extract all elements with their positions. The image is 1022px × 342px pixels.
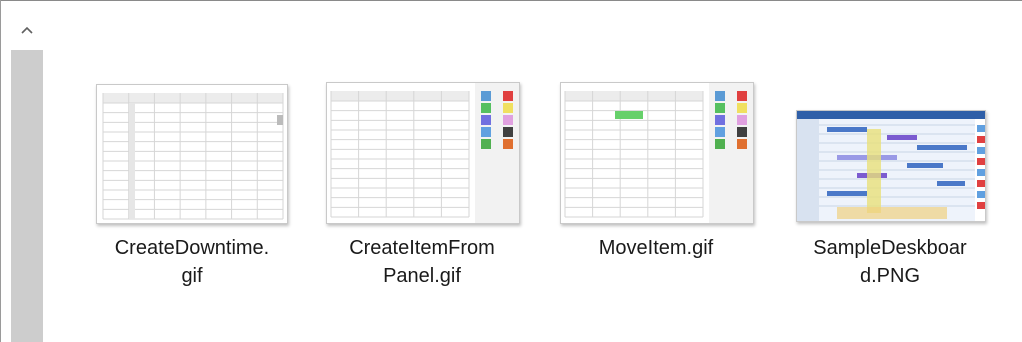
file-name-line1: CreateItemFrom bbox=[349, 237, 495, 259]
file-name: CreateDowntime. gif bbox=[92, 234, 292, 290]
dashboard-screenshot-thumbnail bbox=[796, 110, 986, 222]
window-left-edge bbox=[0, 0, 1, 342]
vertical-scrollbar[interactable] bbox=[10, 14, 44, 342]
scroll-thumb[interactable] bbox=[11, 50, 43, 342]
chevron-up-icon bbox=[21, 26, 33, 34]
window-top-border bbox=[0, 0, 1022, 1]
file-name: CreateItemFrom Panel.gif bbox=[322, 234, 522, 290]
grid-palette-thumbnail bbox=[326, 82, 520, 224]
grid-thumbnail bbox=[96, 84, 288, 224]
file-name-line2: d.PNG bbox=[859, 265, 921, 287]
file-name-line1: CreateDowntime. bbox=[114, 237, 270, 259]
file-name-line2: gif bbox=[181, 265, 203, 287]
grid-palette-move-thumbnail bbox=[560, 82, 754, 224]
file-name-line1: SampleDeskboar bbox=[813, 237, 967, 259]
file-name-line2: Panel.gif bbox=[383, 265, 461, 287]
file-name: MoveItem.gif bbox=[556, 234, 756, 262]
file-name: SampleDeskboar d.PNG bbox=[790, 234, 990, 290]
scroll-up-button[interactable] bbox=[10, 14, 44, 46]
file-name-line1: MoveItem.gif bbox=[598, 237, 714, 259]
